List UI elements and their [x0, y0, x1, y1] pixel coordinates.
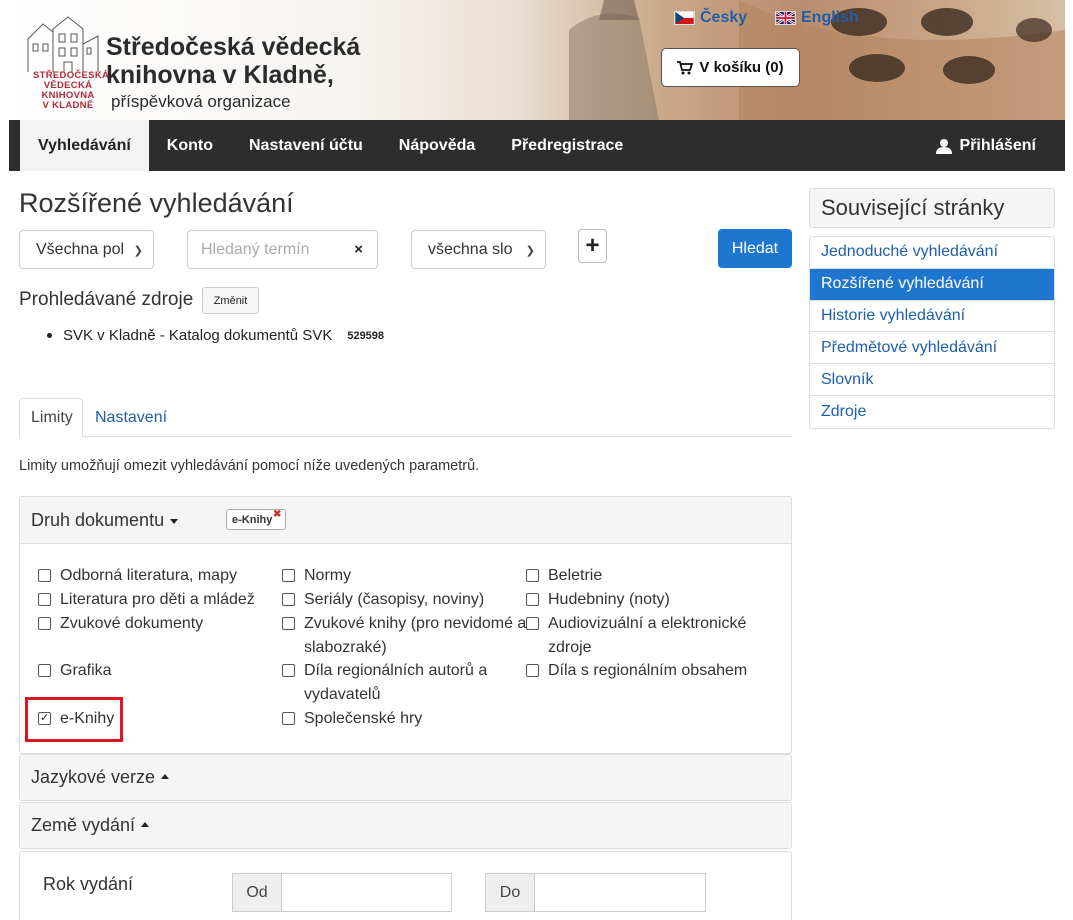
czech-flag-icon: [674, 11, 695, 25]
change-sources-button[interactable]: Změnit: [202, 287, 259, 314]
doc-type-option[interactable]: Hudebniny (noty): [526, 588, 670, 612]
sidebar-item-advanced-search[interactable]: Rozšířené vyhledávání: [810, 268, 1054, 301]
sidebar-item-search-history[interactable]: Historie vyhledávání: [810, 301, 1054, 333]
checkbox[interactable]: [38, 664, 51, 677]
tab-settings[interactable]: Nastavení: [84, 398, 178, 437]
lang-czech-link[interactable]: Česky: [674, 9, 747, 27]
cart-button[interactable]: V košíku (0): [661, 48, 800, 87]
related-pages-title: Související stránky: [809, 188, 1055, 228]
doc-type-option[interactable]: Díla regionálních autorů a vydavatelů: [282, 659, 502, 706]
active-filter-chip[interactable]: e-Knihy ✖: [226, 509, 287, 530]
doc-type-option[interactable]: Odborná literatura, mapy: [38, 564, 237, 588]
sidebar-item-subject-search[interactable]: Předmětové vyhledávání: [810, 332, 1054, 365]
main-nav: Vyhledávání Konto Nastavení účtu Nápověd…: [9, 120, 1065, 171]
checkbox[interactable]: [526, 593, 539, 606]
library-title[interactable]: Středočeská vědecká knihovna v Kladně,: [106, 33, 360, 89]
sources-label: Prohledávané zdroje: [19, 289, 194, 310]
checkbox[interactable]: [526, 569, 539, 582]
source-count: 529598: [347, 329, 385, 342]
nav-item-account[interactable]: Konto: [149, 120, 231, 171]
source-list-item: SVK v Kladně - Katalog dokumentů SVK 529…: [47, 327, 384, 344]
checkbox[interactable]: [282, 664, 295, 677]
doc-type-option[interactable]: Zvukové dokumenty: [38, 612, 203, 636]
checkbox[interactable]: [282, 593, 295, 606]
checkbox[interactable]: [282, 712, 295, 725]
nav-item-search[interactable]: Vyhledávání: [20, 120, 149, 171]
clear-icon[interactable]: ×: [354, 241, 363, 258]
doc-type-option[interactable]: Zvukové knihy (pro nevidomé a slabozraké…: [282, 612, 527, 659]
nav-item-preregistration[interactable]: Předregistrace: [493, 120, 641, 171]
limits-description: Limity umožňují omezit vyhledávání pomoc…: [19, 458, 480, 474]
year-to-group: Do: [485, 873, 706, 912]
year-from-group: Od: [232, 873, 452, 912]
caret-down-icon: [170, 518, 179, 524]
remove-filter-icon[interactable]: ✖: [273, 509, 281, 520]
year-from-input[interactable]: [282, 874, 451, 911]
checkbox[interactable]: [38, 593, 51, 606]
languages-panel: Jazykové verze: [19, 754, 792, 801]
doc-type-option[interactable]: Díla s regionálním obsahem: [526, 659, 747, 683]
checkbox[interactable]: [282, 617, 295, 630]
library-building-icon: [27, 16, 99, 72]
doc-type-option[interactable]: Grafika: [38, 659, 112, 683]
doc-type-option[interactable]: Beletrie: [526, 564, 602, 588]
add-field-button[interactable]: +: [578, 229, 607, 263]
doc-type-option[interactable]: Normy: [282, 564, 351, 588]
year-from-label: Od: [233, 874, 282, 911]
nav-item-help[interactable]: Nápověda: [381, 120, 493, 171]
country-header[interactable]: Země vydání: [20, 803, 791, 848]
lang-english-link[interactable]: English: [775, 9, 859, 27]
limits-tabs: Limity Nastavení: [19, 398, 792, 437]
caret-up-icon: [161, 774, 170, 779]
year-label: Rok vydání: [43, 874, 134, 894]
doc-type-option[interactable]: Audiovizuální a elektronické zdroje: [526, 612, 766, 659]
sidebar-item-dictionary[interactable]: Slovník: [810, 364, 1054, 396]
country-panel: Země vydání: [19, 802, 792, 849]
checkbox[interactable]: [526, 664, 539, 677]
sidebar-item-sources[interactable]: Zdroje: [810, 396, 1054, 428]
year-to-label: Do: [486, 874, 535, 911]
chevron-down-icon: ❯: [133, 245, 143, 257]
library-logo[interactable]: STŘEDOČESKÁ VĚDECKÁ KNIHOVNA V KLADNĚ: [23, 14, 110, 116]
search-button[interactable]: Hledat: [718, 229, 792, 268]
doc-type-option[interactable]: Společenské hry: [282, 707, 422, 731]
page-title: Rozšířené vyhledávání: [19, 188, 294, 218]
checkbox[interactable]: [526, 617, 539, 630]
search-input[interactable]: Hledaný termín ×: [187, 230, 378, 269]
user-icon: [935, 138, 952, 154]
tab-limits[interactable]: Limity: [19, 398, 83, 437]
checkbox[interactable]: [38, 617, 51, 630]
match-type-select[interactable]: všechna slo ❯: [411, 230, 546, 269]
library-subtitle: příspěvková organizace: [111, 92, 291, 111]
doc-type-option[interactable]: Literatura pro děti a mládež: [38, 588, 255, 612]
site-header: STŘEDOČESKÁ VĚDECKÁ KNIHOVNA V KLADNĚ St…: [9, 0, 1065, 120]
sidebar-item-simple-search[interactable]: Jednoduché vyhledávání: [810, 237, 1054, 269]
doc-type-option[interactable]: Seriály (časopisy, noviny): [282, 588, 484, 612]
login-link[interactable]: Přihlášení: [935, 137, 1065, 155]
search-field-select[interactable]: Všechna pol ❯: [19, 230, 154, 269]
plus-icon: +: [585, 232, 600, 259]
related-pages-list: Jednoduché vyhledávání Rozšířené vyhledá…: [809, 236, 1055, 429]
checkbox[interactable]: [282, 569, 295, 582]
logo-text: STŘEDOČESKÁ VĚDECKÁ KNIHOVNA V KLADNĚ: [33, 70, 110, 111]
bullet-icon: [47, 333, 52, 338]
cart-icon: [677, 60, 694, 74]
nav-item-account-settings[interactable]: Nastavení účtu: [231, 120, 381, 171]
chevron-down-icon: ❯: [525, 245, 535, 257]
caret-up-icon: [141, 822, 150, 827]
uk-flag-icon: [775, 11, 796, 25]
highlight-box: [25, 697, 123, 742]
doc-type-header[interactable]: Druh dokumentu e-Knihy ✖: [20, 497, 791, 544]
languages-header[interactable]: Jazykové verze: [20, 755, 791, 800]
checkbox[interactable]: [38, 569, 51, 582]
year-to-input[interactable]: [535, 874, 705, 911]
